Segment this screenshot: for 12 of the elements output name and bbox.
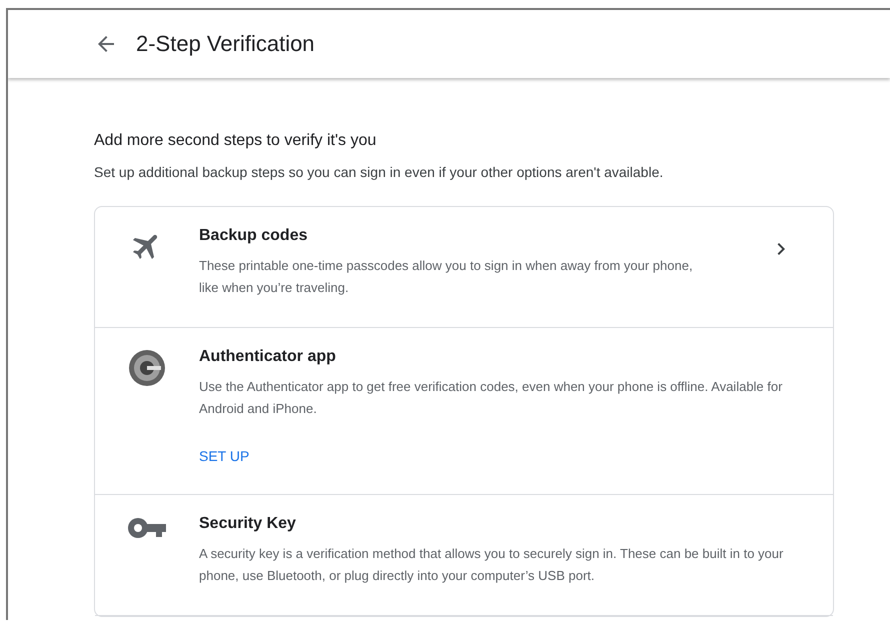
section-description: Set up additional backup steps so you can sign in even if your other options aren't available. (94, 164, 664, 180)
option-title: Backup codes (199, 227, 308, 245)
set-up-link[interactable]: SET UP (199, 448, 250, 464)
page-title: 2-Step Verification (136, 31, 315, 57)
option-title: Authenticator app (199, 348, 337, 366)
option-description: A security key is a verification method that allows you to securely sign in. These can be built in to your phone, use Bluetooth, or plug directly into your computer’s USB port. (199, 545, 784, 585)
option-description: Use the Authenticator app to get free verification codes, even when your phone is offline. Available for Android and iPhone. (199, 378, 784, 418)
option-description: These printable one-time passcodes allow you to sign in when away from your phone, like when you’re traveling. (199, 257, 694, 297)
option-title: Security Key (199, 515, 297, 533)
key-icon (128, 517, 166, 539)
authenticator-icon (129, 350, 165, 386)
section-heading: Add more second steps to verify it's you (94, 132, 378, 150)
